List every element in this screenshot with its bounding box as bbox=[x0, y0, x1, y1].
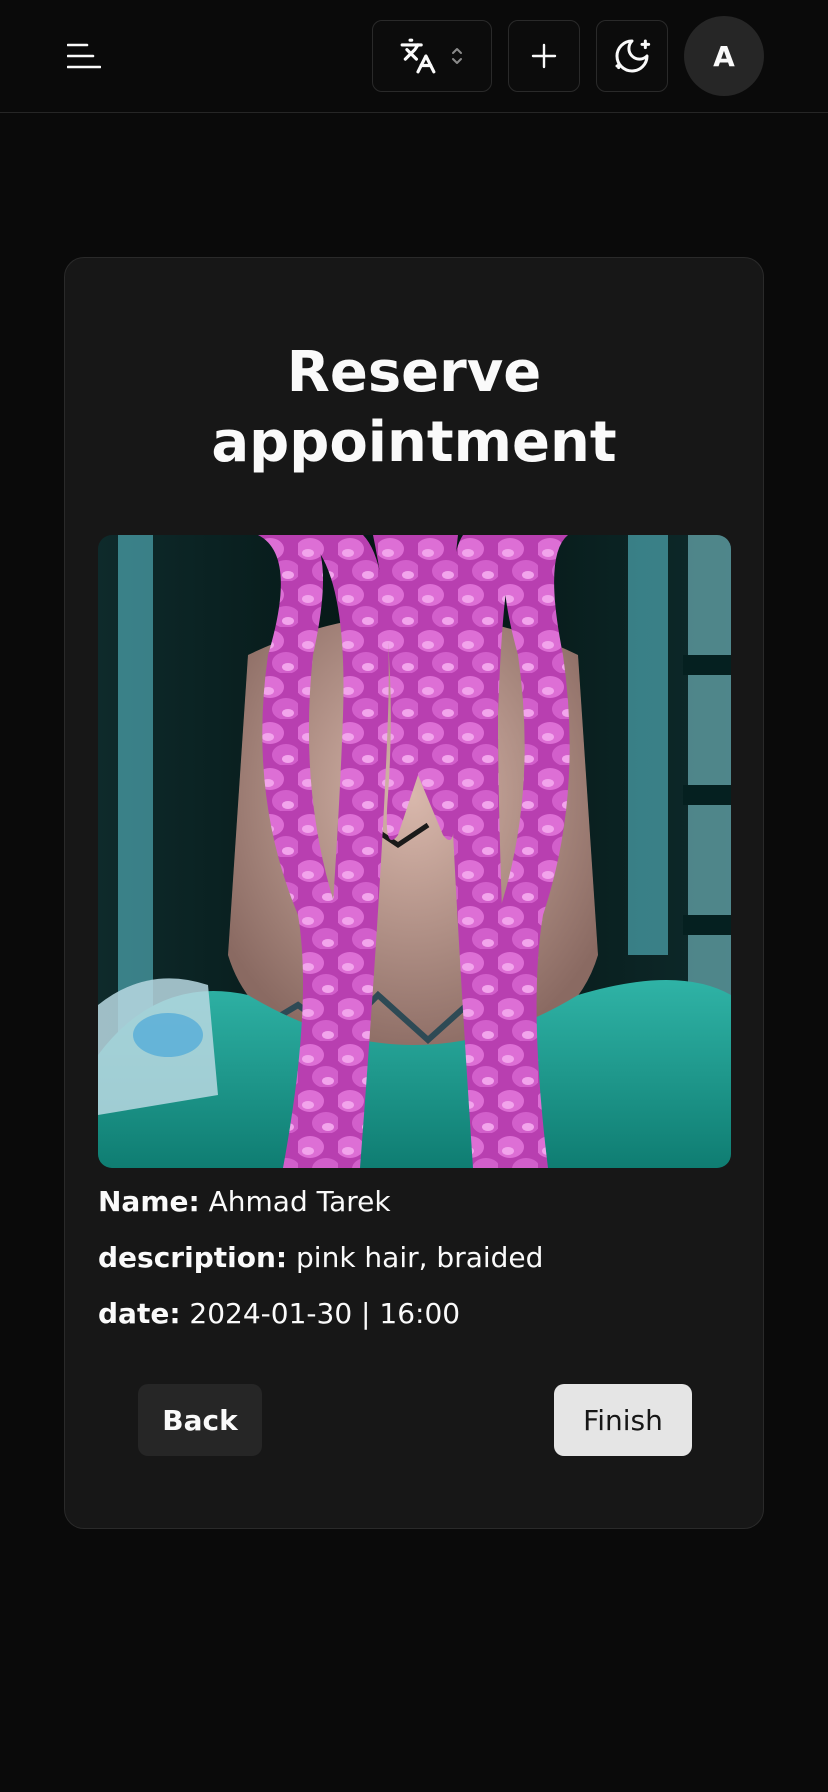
page-title: Reserve appointment bbox=[211, 340, 617, 475]
moon-stars-icon bbox=[615, 39, 651, 73]
hairstyle-photo bbox=[98, 535, 731, 1168]
hamburger-menu-icon bbox=[67, 43, 101, 69]
translate-icon bbox=[400, 38, 436, 74]
add-button[interactable] bbox=[508, 20, 580, 92]
appointment-description-row: description: pink hair, braided bbox=[98, 1240, 543, 1276]
name-label: Name: bbox=[98, 1185, 200, 1218]
date-value: 2024-01-30 | 16:00 bbox=[189, 1297, 461, 1330]
hairstyle-photo-illustration bbox=[98, 535, 731, 1168]
name-value: Ahmad Tarek bbox=[208, 1185, 391, 1218]
chevrons-up-down-icon bbox=[452, 48, 462, 64]
language-select-button[interactable] bbox=[372, 20, 492, 92]
back-button[interactable]: Back bbox=[138, 1384, 262, 1456]
menu-button[interactable] bbox=[56, 28, 112, 84]
reserve-appointment-card: Reserve appointment Name: Ahmad Tarek de… bbox=[64, 257, 764, 1529]
user-avatar[interactable]: A bbox=[684, 16, 764, 96]
appointment-date-row: date: 2024-01-30 | 16:00 bbox=[98, 1296, 460, 1332]
description-value: pink hair, braided bbox=[296, 1241, 544, 1274]
plus-icon bbox=[531, 43, 557, 69]
top-navigation-bar: A bbox=[0, 0, 828, 113]
appointment-name-row: Name: Ahmad Tarek bbox=[98, 1184, 391, 1220]
finish-button[interactable]: Finish bbox=[554, 1384, 692, 1456]
theme-toggle-button[interactable] bbox=[596, 20, 668, 92]
avatar-initial: A bbox=[713, 39, 735, 73]
description-label: description: bbox=[98, 1241, 288, 1274]
date-label: date: bbox=[98, 1297, 181, 1330]
